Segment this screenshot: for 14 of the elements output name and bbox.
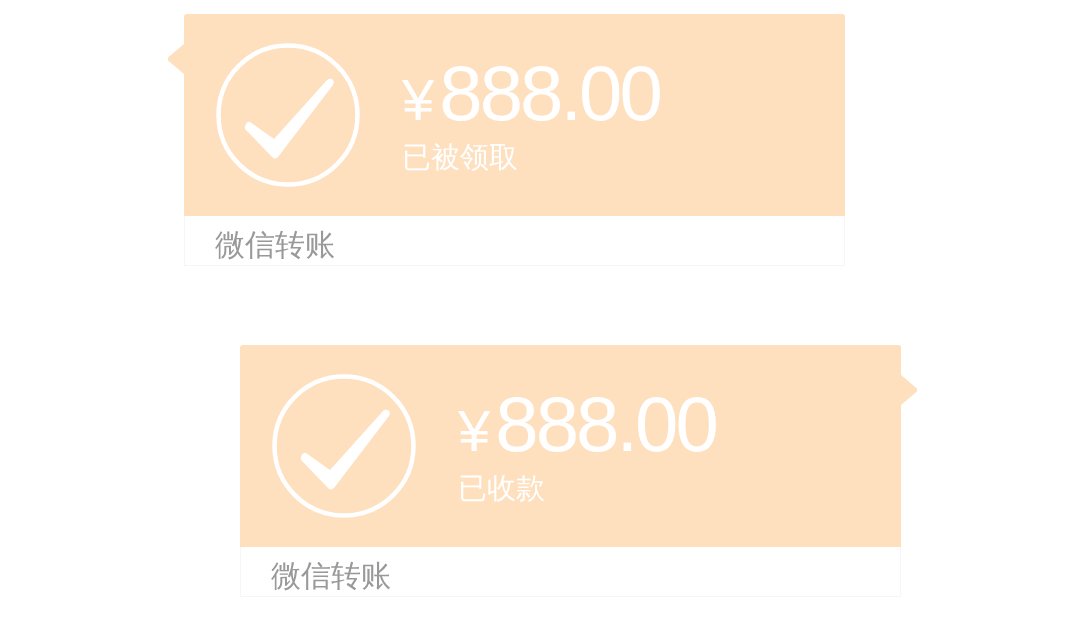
bubble-tail	[168, 44, 184, 74]
currency-symbol: ¥	[402, 70, 435, 129]
transfer-label: 微信转账	[215, 226, 335, 263]
amount-text: 888.00	[495, 384, 716, 463]
status-text: 已收款	[458, 470, 546, 506]
bubble-tail	[901, 375, 917, 405]
check-circle-icon	[216, 43, 360, 187]
transfer-bubble[interactable]: ¥888.00 已收款	[240, 345, 901, 547]
status-text: 已被领取	[402, 139, 519, 175]
check-circle-icon	[272, 374, 416, 518]
transfer-bubble[interactable]: ¥888.00 已被领取	[184, 14, 845, 216]
amount-text: 888.00	[439, 53, 660, 132]
currency-symbol: ¥	[458, 401, 491, 460]
transfer-label: 微信转账	[271, 557, 391, 594]
